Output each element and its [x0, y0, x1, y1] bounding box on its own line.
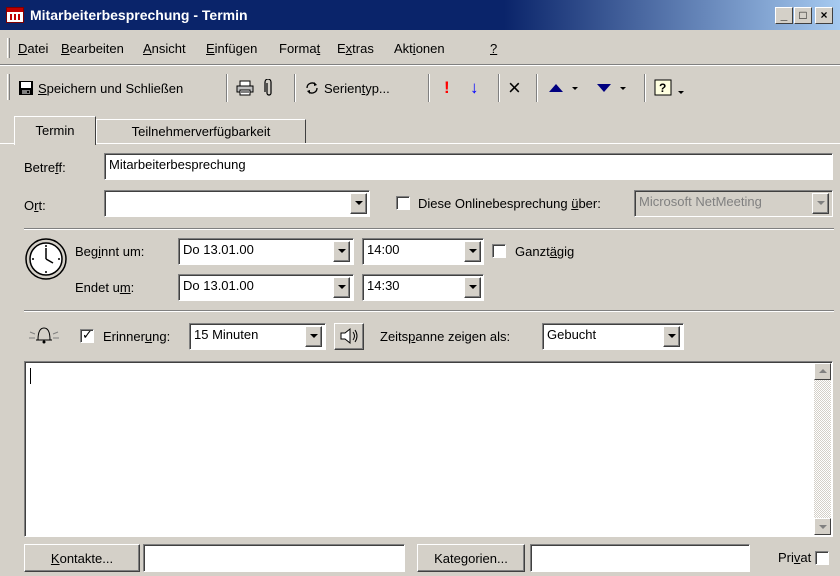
menu-ansicht[interactable]: Ansicht [143, 41, 186, 56]
help-button[interactable]: ? [654, 76, 688, 100]
section-divider [24, 228, 834, 230]
online-meeting-checkbox[interactable] [396, 196, 410, 210]
all-day-label: Ganztägig [515, 244, 575, 259]
menu-help[interactable]: ? [490, 41, 497, 56]
contacts-button[interactable]: Kontakte... [24, 544, 140, 572]
bell-icon [29, 327, 59, 344]
tab-panel-top-edge [0, 143, 840, 144]
location-label: Ort: [24, 198, 46, 213]
online-meeting-dropdown-button[interactable] [812, 193, 829, 214]
toolbar-separator [428, 74, 430, 102]
toolbar-separator [294, 74, 296, 102]
location-dropdown-button[interactable] [350, 193, 367, 214]
start-date-dropdown-button[interactable] [333, 241, 350, 262]
scroll-down-button[interactable] [814, 518, 831, 535]
reminder-sound-button[interactable] [334, 323, 364, 350]
menu-format[interactable]: Format [279, 41, 320, 56]
delete-button[interactable]: × [508, 75, 521, 100]
toolbar-grip[interactable] [7, 74, 10, 100]
maximize-button[interactable]: □ [794, 7, 812, 24]
recurrence-button[interactable]: Serientyp... [304, 76, 390, 100]
toolbar-separator [644, 74, 646, 102]
save-close-button[interactable]: Speichern und Schließen [18, 76, 183, 100]
reminder-dropdown-button[interactable] [305, 326, 322, 347]
tab-termin[interactable]: Termin [14, 116, 96, 145]
tab-teilnehmerverfuegbarkeit[interactable]: Teilnehmerverfügbarkeit [96, 119, 306, 143]
arrow-down-icon [597, 84, 626, 92]
contacts-input[interactable] [143, 544, 405, 572]
reminder-checkbox[interactable] [80, 327, 94, 343]
svg-text:?: ? [659, 81, 666, 95]
previous-item-button[interactable] [548, 76, 582, 100]
subject-label: Betreff: [24, 160, 66, 175]
recurrence-icon [306, 82, 318, 94]
tab-strip: Termin Teilnehmerverfügbarkeit [0, 110, 840, 145]
start-time-dropdown-button[interactable] [464, 241, 481, 262]
menu-grip[interactable] [7, 38, 10, 58]
menu-divider [0, 64, 840, 66]
online-meeting-label: Diese Onlinebesprechung über: [418, 196, 601, 211]
menu-extras[interactable]: Extras [337, 41, 374, 56]
subject-input[interactable]: Mitarbeiterbesprechung [104, 153, 833, 180]
floppy-disk-icon [19, 81, 33, 95]
menu-aktionen[interactable]: Aktionen [394, 41, 445, 56]
section-divider [24, 310, 834, 312]
save-close-label: Speichern und Schließen [38, 80, 184, 96]
printer-icon [236, 80, 254, 96]
arrow-up-icon [549, 84, 578, 92]
scroll-up-button[interactable] [814, 363, 831, 380]
appointment-icon [6, 7, 24, 23]
importance-high-button[interactable]: ! [444, 76, 450, 100]
toolbar-separator [226, 74, 228, 102]
importance-low-button[interactable]: ↓ [470, 76, 479, 100]
menu-datei[interactable]: Datei [18, 41, 48, 56]
end-time-dropdown-button[interactable] [464, 277, 481, 298]
show-as-dropdown-button[interactable] [663, 326, 680, 347]
toolbar-separator [536, 74, 538, 102]
show-as-label: Zeitspanne zeigen als: [380, 329, 511, 344]
private-label: Privat [778, 550, 812, 565]
notes-textarea[interactable] [24, 361, 833, 537]
reminder-label: Erinnerung: [103, 329, 171, 344]
print-button[interactable] [236, 76, 254, 100]
end-label: Endet um: [75, 280, 135, 295]
location-input[interactable] [104, 190, 370, 217]
start-label: Beginnt um: [75, 244, 145, 259]
toolbar: Speichern und Schließen Serientyp... ! ↓… [0, 68, 840, 108]
minimize-button[interactable]: _ [775, 7, 793, 24]
clock-icon [25, 238, 67, 280]
paperclip-icon [264, 79, 272, 96]
attach-button[interactable] [264, 76, 274, 100]
end-date-input[interactable]: Do 13.01.00 [178, 274, 354, 301]
window-title: Mitarbeiterbesprechung - Termin [30, 7, 248, 23]
help-icon: ? [654, 79, 684, 96]
private-checkbox[interactable] [815, 551, 829, 565]
online-meeting-select[interactable]: Microsoft NetMeeting [634, 190, 833, 217]
text-caret [30, 368, 31, 384]
categories-input[interactable] [530, 544, 750, 572]
menu-bar: Datei Bearbeiten Ansicht Einfügen Format… [0, 36, 840, 62]
menu-bearbeiten[interactable]: Bearbeiten [61, 41, 124, 56]
all-day-checkbox[interactable] [492, 244, 506, 258]
notes-vertical-scrollbar[interactable] [814, 363, 831, 535]
toolbar-separator [498, 74, 500, 102]
close-button[interactable]: × [815, 7, 833, 24]
next-item-button[interactable] [596, 76, 630, 100]
title-bar[interactable]: Mitarbeiterbesprechung - Termin _ □ × [0, 0, 840, 30]
recurrence-label: Serientyp... [324, 80, 390, 96]
categories-button[interactable]: Kategorien... [417, 544, 525, 572]
end-date-dropdown-button[interactable] [333, 277, 350, 298]
start-date-input[interactable]: Do 13.01.00 [178, 238, 354, 265]
menu-einfuegen[interactable]: Einfügen [206, 41, 257, 56]
speaker-icon [340, 327, 358, 345]
